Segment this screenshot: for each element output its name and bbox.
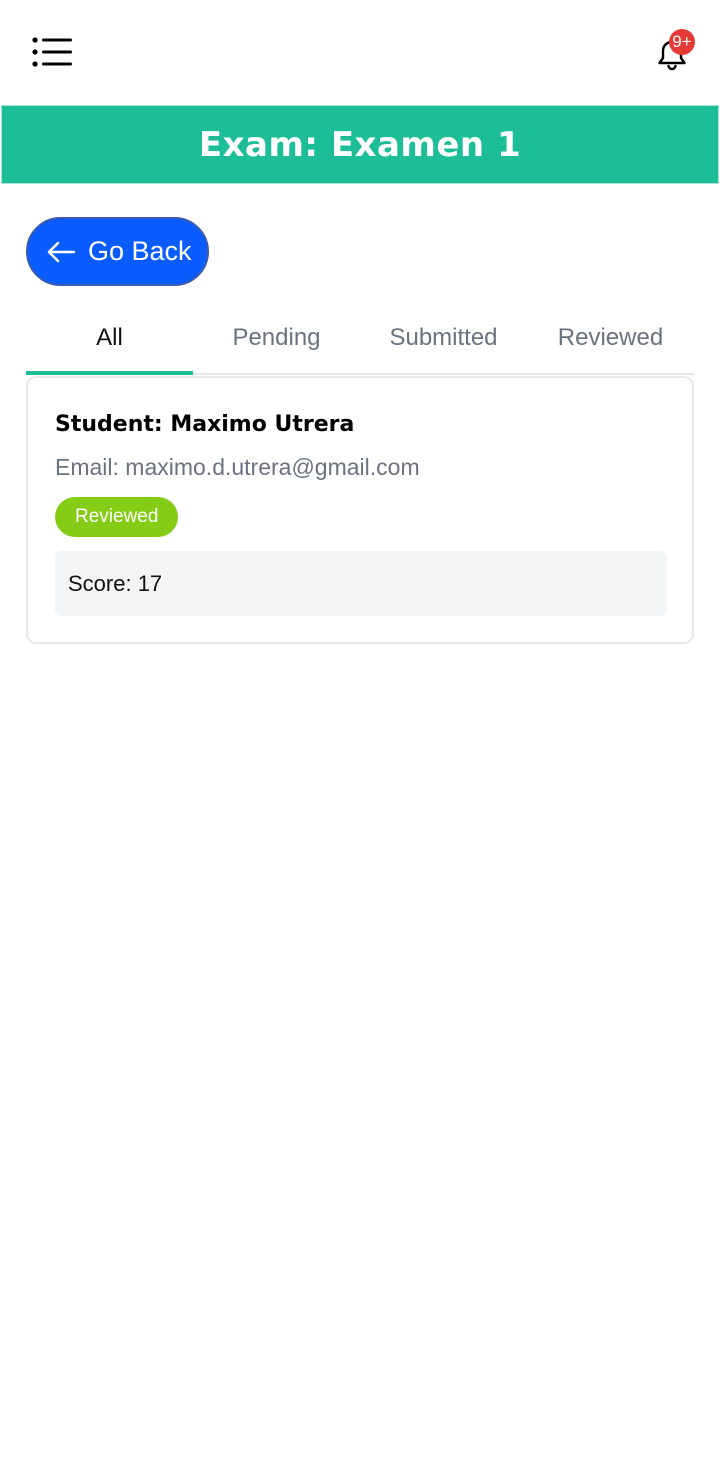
- score-box: Score: 17: [55, 551, 667, 616]
- go-back-label: Go Back: [88, 236, 192, 266]
- page-title-bar: Exam: Examen 1: [1, 105, 719, 184]
- status-tabs: All Pending Submitted Reviewed: [26, 303, 694, 375]
- notifications-button[interactable]: 9+: [652, 29, 696, 74]
- tab-pending[interactable]: Pending: [193, 303, 360, 373]
- list-menu-icon: [32, 37, 72, 67]
- notification-count-badge: 9+: [669, 29, 695, 55]
- arrow-left-icon: [47, 241, 76, 262]
- page-title: Exam: Examen 1: [198, 124, 522, 165]
- status-badge: Reviewed: [55, 497, 179, 537]
- student-email: Email: maximo.d.utrera@gmail.com: [55, 454, 420, 480]
- submission-card[interactable]: Student: Maximo Utrera Email: maximo.d.u…: [26, 376, 694, 644]
- menu-button[interactable]: [30, 34, 74, 70]
- tab-all[interactable]: All: [26, 303, 193, 375]
- student-name: Student: Maximo Utrera: [55, 412, 355, 437]
- tab-reviewed[interactable]: Reviewed: [527, 303, 694, 373]
- tab-submitted[interactable]: Submitted: [360, 303, 527, 373]
- go-back-button[interactable]: Go Back: [26, 217, 209, 286]
- top-bar: 9+: [0, 0, 720, 105]
- score-text: Score: 17: [68, 570, 163, 596]
